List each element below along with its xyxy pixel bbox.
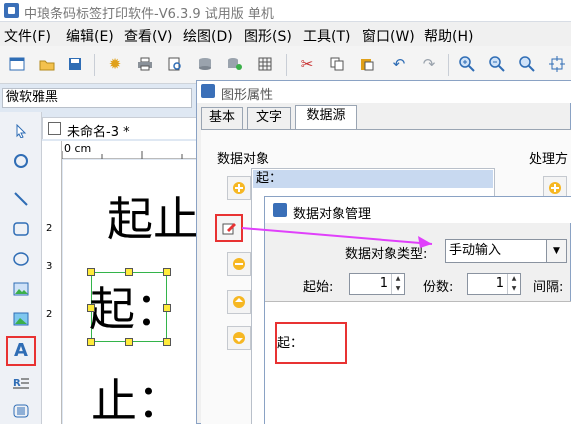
save-icon[interactable] — [64, 54, 86, 74]
start-label: 起始: — [303, 280, 334, 295]
count-label: 份数: — [423, 280, 454, 295]
fit-page-icon[interactable] — [546, 54, 568, 74]
menu-edit[interactable]: 编辑(E) — [66, 26, 114, 46]
content-textarea[interactable]: 起： — [265, 301, 571, 424]
remove-icon[interactable] — [227, 252, 251, 276]
grid-icon[interactable] — [254, 54, 276, 74]
pointer-icon[interactable] — [8, 118, 34, 144]
dialog-title: 数据对象管理 — [293, 207, 372, 222]
menu-window[interactable]: 窗口(W) — [362, 26, 415, 46]
settings-icon[interactable]: ✹ — [104, 54, 126, 74]
properties-title: 图形属性 — [221, 88, 274, 103]
menu-view[interactable]: 查看(V) — [124, 26, 173, 46]
print-icon[interactable] — [134, 54, 156, 74]
dialog-icon — [273, 203, 287, 217]
data-object-label: 数据对象 — [217, 152, 270, 167]
ruler-mark: 2 — [46, 309, 53, 320]
content-text: 起： — [277, 336, 304, 351]
add-icon[interactable] — [227, 176, 251, 200]
barcode-icon[interactable] — [8, 398, 34, 424]
move-down-icon[interactable] — [227, 326, 251, 350]
processing-label: 处理方 — [529, 152, 569, 167]
database-settings-icon[interactable] — [224, 54, 246, 74]
resize-handle[interactable] — [87, 338, 95, 346]
rotate-icon[interactable] — [8, 148, 34, 174]
move-up-icon[interactable] — [227, 290, 251, 314]
menu-bar: 文件(F) 编辑(E) 查看(V) 绘图(D) 图形(S) 工具(T) 窗口(W… — [0, 22, 571, 46]
zoom-in-icon[interactable] — [456, 54, 478, 74]
menu-tools[interactable]: 工具(T) — [303, 26, 350, 46]
object-type-value: 手动输入 — [449, 243, 502, 258]
interval-label: 间隔: — [533, 280, 564, 295]
horizontal-ruler: 0 cm — [62, 141, 202, 159]
object-type-label: 数据对象类型: — [345, 247, 428, 262]
count-value: 1 — [495, 276, 504, 291]
canvas-text-end[interactable]: 止： — [91, 378, 183, 424]
drawing-tools-panel: A R — [0, 112, 42, 424]
window-title: 中琅条码标签打印软件-V6.3.9 试用版 单机 — [24, 7, 274, 22]
spinner-arrows-icon[interactable]: ▲ ▼ — [507, 274, 520, 294]
font-selector[interactable]: 微软雅黑 — [2, 88, 192, 108]
app-icon — [4, 3, 19, 18]
open-icon[interactable] — [36, 54, 58, 74]
new-icon[interactable] — [6, 54, 28, 74]
data-object-manager-dialog: 数据对象管理 数据对象类型: 手动输入 ▼ 起始: 1 ▲ ▼ 份数: 1 ▲ ▼ … — [264, 196, 571, 424]
tab-basic[interactable]: 基本 — [201, 107, 243, 129]
title-bar: 中琅条码标签打印软件-V6.3.9 试用版 单机 — [0, 0, 571, 22]
database-icon[interactable] — [194, 54, 216, 74]
object-type-select[interactable]: 手动输入 ▼ — [445, 239, 567, 263]
edit-icon[interactable] — [215, 214, 243, 242]
image-icon[interactable] — [8, 276, 34, 302]
resize-handle[interactable] — [125, 338, 133, 346]
start-spinner[interactable]: 1 ▲ ▼ — [349, 273, 405, 295]
rectangle-icon[interactable] — [8, 216, 34, 242]
vertical-ruler: 2 3 2 — [42, 141, 62, 424]
resize-handle[interactable] — [163, 304, 171, 312]
list-item[interactable]: 起： — [253, 170, 493, 188]
cut-icon[interactable]: ✂ — [296, 54, 318, 74]
redo-icon[interactable]: ↷ — [418, 54, 440, 74]
ruler-mark: 3 — [46, 261, 53, 272]
document-icon — [48, 122, 61, 135]
resize-handle[interactable] — [163, 268, 171, 276]
paste-icon[interactable] — [356, 54, 378, 74]
start-value: 1 — [379, 276, 388, 291]
copy-icon[interactable] — [326, 54, 348, 74]
undo-icon[interactable]: ↶ — [388, 54, 410, 74]
zoom-out-icon[interactable] — [486, 54, 508, 74]
properties-title-bar: 图形属性 — [197, 81, 571, 103]
menu-draw[interactable]: 绘图(D) — [183, 26, 233, 46]
count-spinner[interactable]: 1 ▲ ▼ — [467, 273, 521, 295]
label-canvas[interactable]: 起止 起： 止： — [63, 160, 203, 424]
canvas-text-title[interactable]: 起止 — [107, 196, 199, 242]
print-preview-icon[interactable] — [164, 54, 186, 74]
line-icon[interactable] — [8, 186, 34, 212]
text-tool-icon[interactable]: A — [6, 336, 36, 366]
multiline-text-icon[interactable]: R — [8, 370, 34, 396]
svg-text:R: R — [13, 378, 21, 389]
resize-handle[interactable] — [163, 338, 171, 346]
spinner-arrows-icon[interactable]: ▲ ▼ — [391, 274, 404, 294]
resize-handle[interactable] — [125, 268, 133, 276]
ellipse-icon[interactable] — [8, 246, 34, 272]
chevron-down-icon[interactable]: ▼ — [546, 240, 566, 262]
dialog-title-bar: 数据对象管理 — [265, 197, 571, 223]
tab-data-source[interactable]: 数据源 — [295, 105, 357, 129]
zoom-fit-icon[interactable] — [516, 54, 538, 74]
document-tab[interactable]: 未命名-3 * — [42, 117, 197, 140]
menu-file[interactable]: 文件(F) — [4, 26, 51, 46]
properties-icon — [201, 84, 215, 98]
picture-icon[interactable] — [8, 306, 34, 332]
ruler-mark: 2 — [46, 223, 53, 234]
resize-handle[interactable] — [87, 304, 95, 312]
tab-text[interactable]: 文字 — [247, 107, 291, 129]
document-tab-label: 未命名-3 * — [67, 125, 130, 140]
main-toolbar: ✹ ✂ ↶ ↷ — [0, 46, 571, 84]
resize-handle[interactable] — [87, 268, 95, 276]
menu-help[interactable]: 帮助(H) — [424, 26, 473, 46]
menu-shape[interactable]: 图形(S) — [244, 26, 292, 46]
